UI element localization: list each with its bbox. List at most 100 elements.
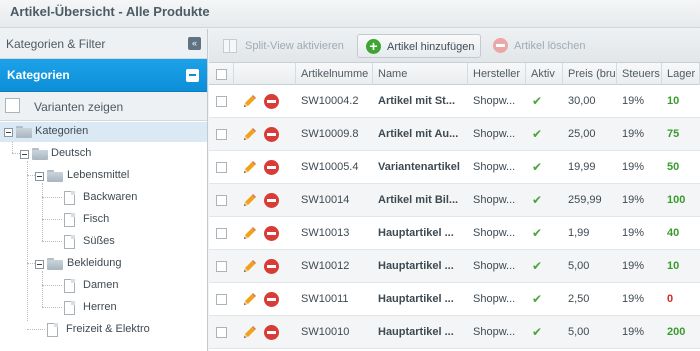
tree-node-herren[interactable]: Herren [0, 298, 207, 318]
row-checkbox[interactable] [216, 96, 227, 107]
collapse-node-icon[interactable] [4, 128, 13, 137]
cell-price: 5,00 [568, 260, 590, 272]
column-header-number[interactable]: Artikelnumme [296, 63, 373, 85]
row-checkbox[interactable] [216, 195, 227, 206]
cell-stock: 50 [667, 161, 680, 173]
cell-active: ✔ [526, 151, 563, 184]
column-header-price[interactable]: Preis (bru [563, 63, 617, 85]
cell-manufacturer: Shopw... [473, 95, 516, 107]
tree-node-label: Freizeit & Elektro [66, 323, 150, 335]
tree-node-label: Fisch [83, 213, 110, 225]
tree-node-fisch[interactable]: Fisch [0, 210, 207, 230]
cell-tax: 19% [622, 227, 645, 239]
delete-icon[interactable] [264, 292, 279, 307]
pencil-icon[interactable] [241, 160, 257, 176]
delete-icon[interactable] [264, 94, 279, 109]
pencil-icon[interactable] [241, 94, 257, 110]
table-row[interactable]: SW10012 Hauptartikel ... Shopw... ✔ 5,00 19% 1… [209, 250, 700, 283]
tree-node-bekleidung[interactable]: Bekleidung [0, 254, 207, 274]
column-label: Hersteller [473, 68, 521, 80]
table-row[interactable]: SW10014 Artikel mit Bil... Shopw... ✔ 259,99… [209, 184, 700, 217]
categories-header[interactable]: Kategorien [0, 59, 207, 92]
column-label: Lager [667, 68, 696, 80]
cell-manufacturer: Shopw... [473, 326, 516, 338]
checkmark-icon: ✔ [532, 226, 543, 240]
document-icon [64, 235, 75, 249]
show-variants-checkbox[interactable] [5, 98, 20, 113]
delete-icon[interactable] [264, 259, 279, 274]
cell-tax: 19% [622, 260, 645, 272]
category-sidebar: Kategorien & Filter « Kategorien Variant… [0, 29, 208, 351]
grid-body: SW10004.2 Artikel mit St... Shopw... ✔ 30,00… [209, 85, 700, 351]
select-all-checkbox[interactable] [216, 69, 227, 80]
delete-icon[interactable] [264, 193, 279, 208]
table-row[interactable]: SW10013 Hauptartikel ... Shopw... ✔ 1,99 19% 4… [209, 217, 700, 250]
row-checkbox[interactable] [216, 294, 227, 305]
cell-price: 1,99 [568, 227, 590, 239]
delete-icon[interactable] [264, 160, 279, 175]
add-article-button[interactable]: + Artikel hinzufügen [357, 34, 481, 58]
table-row[interactable]: SW10011 Hauptartikel ... Shopw... ✔ 2,50 19% 0 [209, 283, 700, 316]
pencil-icon[interactable] [241, 292, 257, 308]
row-checkbox[interactable] [216, 261, 227, 272]
table-row[interactable]: SW10010 Hauptartikel ... Shopw... ✔ 5,00 19% 2… [209, 316, 700, 349]
collapse-node-icon[interactable] [35, 260, 44, 269]
cell-stock: 40 [667, 227, 680, 239]
table-row[interactable]: SW10004.2 Artikel mit St... Shopw... ✔ 30,00… [209, 85, 700, 118]
delete-article-button[interactable]: Artikel löschen [485, 34, 597, 58]
pencil-icon[interactable] [241, 325, 257, 341]
cell-active: ✔ [526, 184, 563, 217]
pencil-icon[interactable] [241, 259, 257, 275]
table-row[interactable]: SW10005.4 Variantenartikel Shopw... ✔ 19,99 1… [209, 151, 700, 184]
tree-node-label: Lebensmittel [67, 169, 130, 181]
collapse-categories-icon[interactable] [186, 69, 199, 82]
tree-node-label: Deutsch [51, 147, 92, 159]
row-checkbox[interactable] [216, 129, 227, 140]
split-view-button[interactable]: Split-View aktivieren [213, 34, 353, 58]
collapse-panel-icon[interactable]: « [188, 37, 201, 50]
cell-manufacturer: Shopw... [473, 260, 516, 272]
tree-node-label: Süßes [83, 235, 115, 247]
column-header-stock[interactable]: Lager [662, 63, 700, 85]
delete-icon[interactable] [264, 325, 279, 340]
collapse-node-icon[interactable] [20, 150, 29, 159]
product-grid-panel: Split-View aktivieren + Artikel hinzufüg… [209, 29, 700, 351]
pencil-icon[interactable] [241, 127, 257, 143]
cell-stock: 10 [667, 95, 680, 107]
checkmark-icon: ✔ [532, 94, 543, 108]
select-all-column[interactable] [209, 63, 234, 85]
cell-active: ✔ [526, 316, 563, 349]
column-header-manufacturer[interactable]: Hersteller [468, 63, 526, 85]
tree-node-deutsch[interactable]: Deutsch [0, 144, 207, 164]
column-header-name[interactable]: Name [373, 63, 468, 85]
tree-node-suesses[interactable]: Süßes [0, 232, 207, 252]
tree-node-freizeit-elektro[interactable]: Freizeit & Elektro [0, 320, 207, 340]
table-row[interactable]: SW10009.8 Artikel mit Au... Shopw... ✔ 25,00… [209, 118, 700, 151]
pencil-icon[interactable] [241, 193, 257, 209]
collapse-node-icon[interactable] [35, 172, 44, 181]
row-checkbox[interactable] [216, 327, 227, 338]
cell-active: ✔ [526, 283, 563, 316]
plus-icon: + [366, 39, 381, 54]
delete-icon[interactable] [264, 226, 279, 241]
column-header-active[interactable]: Aktiv [526, 63, 563, 85]
cell-manufacturer: Shopw... [473, 227, 516, 239]
cell-manufacturer: Shopw... [473, 128, 516, 140]
tree-node-damen[interactable]: Damen [0, 276, 207, 296]
cell-stock: 200 [667, 326, 686, 338]
tree-node-lebensmittel[interactable]: Lebensmittel [0, 166, 207, 186]
tree-node-backwaren[interactable]: Backwaren [0, 188, 207, 208]
column-header-tax[interactable]: Steuers [617, 63, 662, 85]
tree-node-kategorien[interactable]: Kategorien [0, 122, 207, 142]
pencil-icon[interactable] [241, 226, 257, 242]
delete-icon[interactable] [264, 127, 279, 142]
cell-manufacturer: Shopw... [473, 194, 516, 206]
split-view-icon [223, 39, 237, 53]
cell-price: 19,99 [568, 161, 596, 173]
cell-tax: 19% [622, 128, 645, 140]
filter-panel-title: Kategorien & Filter [6, 37, 106, 51]
row-checkbox[interactable] [216, 228, 227, 239]
cell-number: SW10004.2 [301, 95, 359, 107]
row-checkbox[interactable] [216, 162, 227, 173]
show-variants-row[interactable]: Varianten zeigen [0, 92, 207, 121]
